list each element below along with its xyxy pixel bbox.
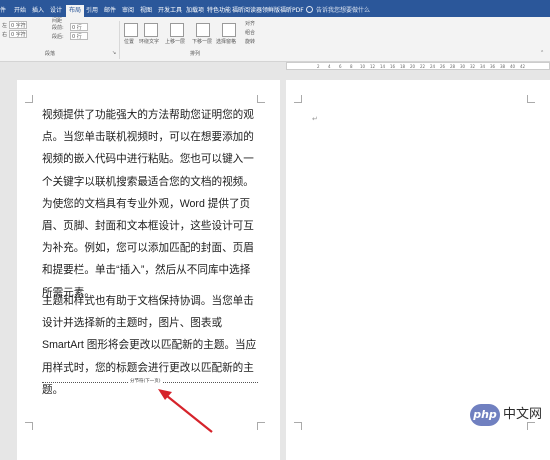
- php-logo-badge: php: [470, 404, 500, 426]
- php-cn-watermark: php 中文网: [470, 404, 546, 426]
- annotation-arrow: [158, 389, 213, 433]
- arrow-shaft: [166, 395, 213, 433]
- watermark-text: 中文网: [503, 407, 543, 422]
